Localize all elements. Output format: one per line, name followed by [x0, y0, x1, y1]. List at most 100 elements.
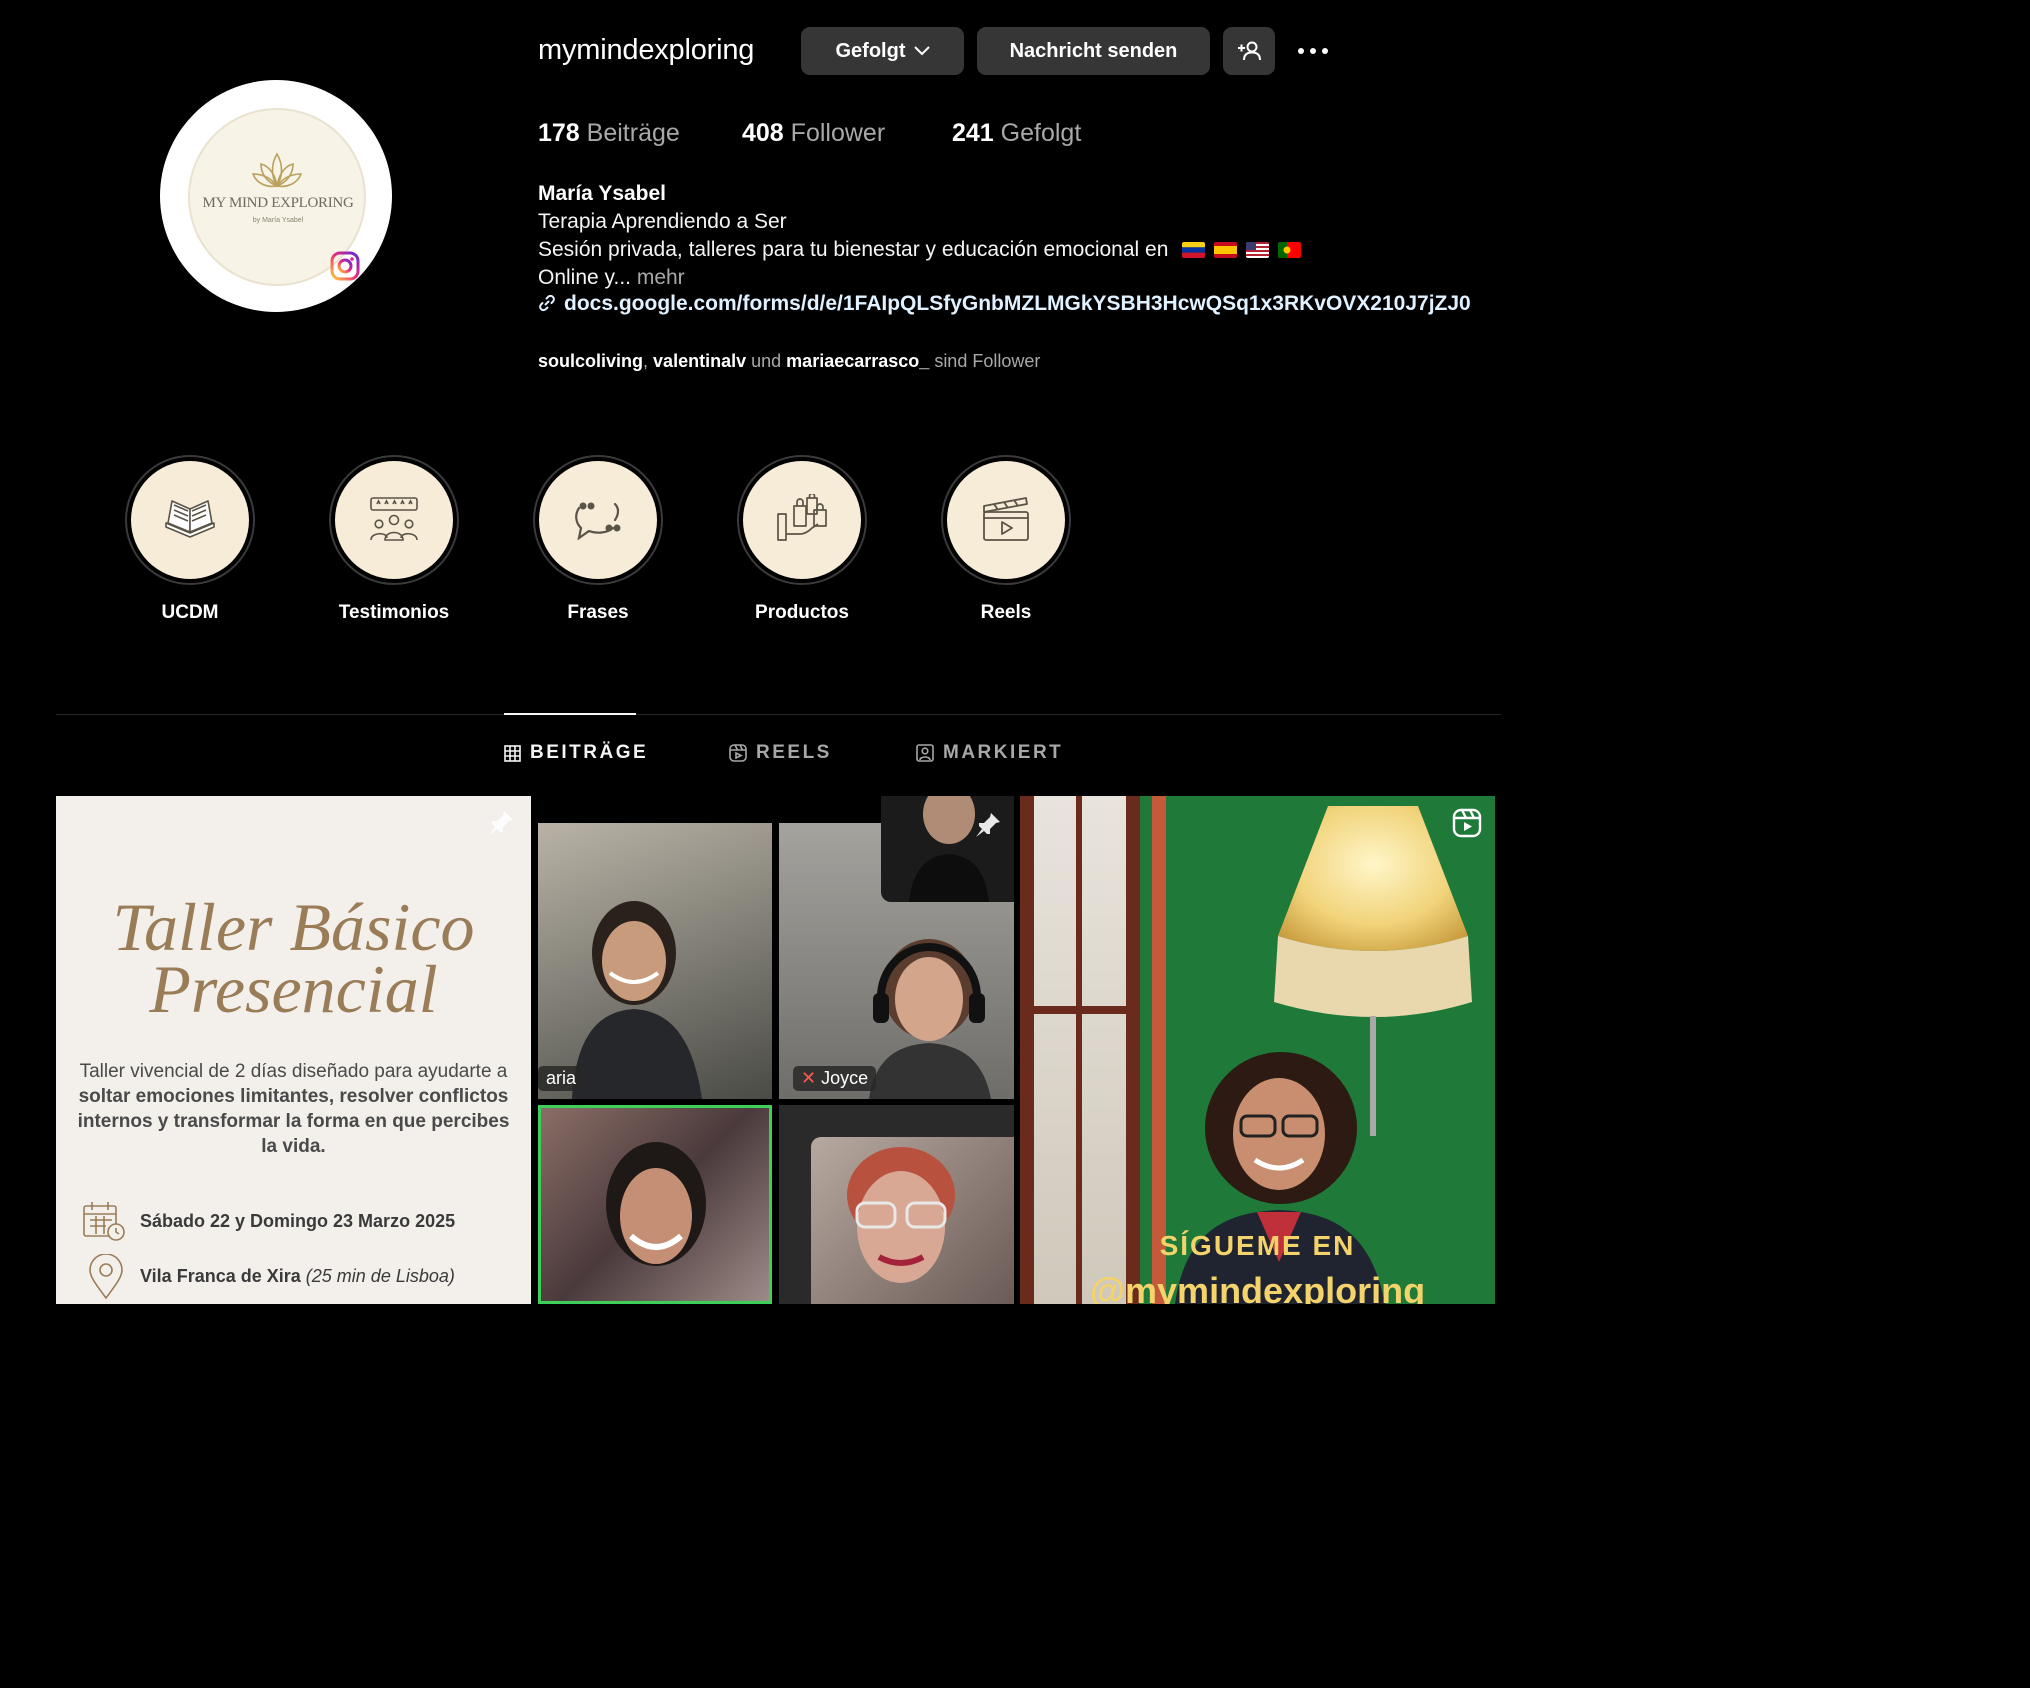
followed-by-suffix: sind Follower: [934, 351, 1041, 371]
taller-location-name: Vila Franca de Xira: [140, 1266, 301, 1286]
tab-posts[interactable]: BEITRÄGE: [504, 742, 648, 764]
followed-by-text[interactable]: soulcoliving, valentinalv und mariaecarr…: [538, 351, 1040, 372]
video-participant-4: [779, 1105, 1014, 1304]
person-silhouette-icon: [572, 901, 702, 1099]
venezuela-flag-icon: [1182, 242, 1206, 259]
suggest-users-button[interactable]: [1223, 27, 1275, 75]
person-silhouette-icon: [606, 1142, 706, 1266]
reel-caption-line-1: SÍGUEME EN: [1159, 1230, 1356, 1261]
pin-icon: [976, 813, 1000, 837]
post-tile-taller[interactable]: Taller Básico Presencial Taller vivencia…: [56, 796, 531, 1304]
highlight-label-ucdm: UCDM: [161, 602, 219, 623]
follower-user-2: valentinalv: [653, 351, 747, 371]
following-count-value: 241: [952, 119, 994, 147]
following-count-label: Gefolgt: [1000, 119, 1082, 147]
highlight-testimonios[interactable]: [329, 455, 459, 585]
taller-location-note: (25 min de Lisboa): [305, 1266, 455, 1286]
highlight-cover: [743, 461, 861, 579]
highlight-cover: [539, 461, 657, 579]
reel-icon: [1452, 808, 1482, 838]
highlight-cover: [335, 461, 453, 579]
taller-date: Sábado 22 y Domingo 23 Marzo 2025: [140, 1211, 456, 1231]
link-icon: [539, 294, 555, 312]
person-silhouette-icon: [1175, 1052, 1385, 1304]
flags-row: [1182, 242, 1302, 259]
taller-description-bold: soltar emociones limitantes, resolver co…: [77, 1086, 510, 1157]
video-participant-1: aria: [538, 823, 772, 1099]
tab-tagged-label: MARKIERT: [943, 742, 1064, 763]
highlight-reels[interactable]: [941, 455, 1071, 585]
video-participant-self: [881, 796, 1014, 902]
follower-user-1: soulcoliving: [538, 351, 644, 371]
followers-count[interactable]: 408 Follower: [742, 119, 885, 148]
door-trim: [1152, 796, 1166, 1304]
bio-more-link[interactable]: mehr: [637, 266, 685, 289]
highlight-label-productos: Productos: [755, 602, 849, 623]
instagram-icon: [330, 251, 360, 281]
taller-title-line-1: Taller Básico: [112, 889, 475, 965]
posts-count: 178 Beiträge: [538, 119, 680, 148]
person-silhouette-icon: [869, 939, 991, 1099]
taller-description-plain: Taller vivencial de 2 días diseñado para…: [79, 1061, 508, 1082]
reviews-people-icon: [370, 497, 418, 541]
bio-line-2: Sesión privada, talleres para tu bienest…: [538, 238, 1302, 262]
highlight-frases[interactable]: [533, 455, 663, 585]
participant-name: Joyce: [821, 1068, 869, 1088]
more-dot-icon: [1298, 48, 1304, 54]
profile-full-name: María Ysabel: [538, 182, 667, 205]
highlight-cover: [131, 461, 249, 579]
participant-name-tag: ✕ Joyce: [793, 1066, 877, 1091]
taller-location: Vila Franca de Xira (25 min de Lisboa): [140, 1266, 455, 1287]
highlight-productos[interactable]: [737, 455, 867, 585]
quote-bubble-icon: [575, 502, 621, 541]
calendar-icon: [83, 1202, 125, 1241]
post-tile-video-call[interactable]: aria ✕ Joyce: [538, 796, 1014, 1304]
more-dot-icon: [1322, 48, 1328, 54]
portugal-flag-icon: [1278, 242, 1302, 259]
bio-line-3-text: Online y...: [538, 266, 631, 289]
video-participant-3: [538, 1105, 772, 1304]
more-dot-icon: [1310, 48, 1316, 54]
following-button[interactable]: Gefolgt: [801, 27, 964, 75]
post-tile-reel[interactable]: SÍGUEME EN @mymindexploring: [1020, 796, 1495, 1304]
profile-username: mymindexploring: [538, 34, 755, 66]
taller-title-line-2: Presencial: [149, 951, 438, 1027]
tab-tagged[interactable]: MARKIERT: [916, 742, 1063, 764]
tabs-divider: [56, 714, 1501, 715]
followers-count-label: Follower: [790, 119, 886, 147]
grid-icon: [504, 744, 521, 762]
tab-reels[interactable]: REELS: [729, 742, 832, 764]
send-message-button[interactable]: Nachricht senden: [977, 27, 1210, 75]
taller-title: Taller Básico Presencial: [56, 889, 531, 1027]
highlight-label-frases: Frases: [567, 602, 629, 623]
book-icon: [165, 500, 215, 538]
participant-name-tag: aria: [538, 1066, 585, 1091]
follower-user-3: mariaecarrasco_: [786, 351, 930, 371]
followed-by-und: und: [751, 351, 782, 371]
clapperboard-icon: [983, 497, 1029, 541]
taller-description: Taller vivencial de 2 días diseñado para…: [70, 1059, 517, 1159]
spain-flag-icon: [1214, 242, 1238, 259]
bio-link[interactable]: docs.google.com/forms/d/e/1FAIpQLSfyGnbM…: [538, 292, 1500, 316]
window-rail: [1034, 1006, 1126, 1014]
location-pin-icon: [89, 1254, 123, 1300]
avatar-logo-text: MY MIND EXPLORING: [202, 195, 354, 211]
chevron-down-icon: [913, 46, 930, 56]
usa-flag-icon: [1246, 242, 1270, 259]
tab-posts-label: BEITRÄGE: [530, 742, 649, 763]
reels-icon: [729, 744, 747, 762]
highlight-ucdm[interactable]: [125, 455, 255, 585]
person-silhouette-icon: [847, 1147, 955, 1283]
add-person-icon: [1238, 41, 1261, 61]
shopping-bags-icon: [777, 494, 827, 541]
posts-count-label: Beiträge: [586, 119, 680, 147]
window-mullion: [1076, 796, 1082, 1304]
send-message-label: Nachricht senden: [1009, 39, 1178, 62]
highlight-cover: [947, 461, 1065, 579]
lotus-icon: [251, 152, 303, 188]
bio-line-2-text: Sesión privada, talleres para tu bienest…: [538, 238, 1169, 261]
avatar-logo-subtitle: by María Ysabel: [252, 217, 304, 224]
followers-count-value: 408: [742, 119, 784, 147]
following-count[interactable]: 241 Gefolgt: [952, 119, 1081, 148]
more-options-button[interactable]: [1292, 38, 1334, 64]
